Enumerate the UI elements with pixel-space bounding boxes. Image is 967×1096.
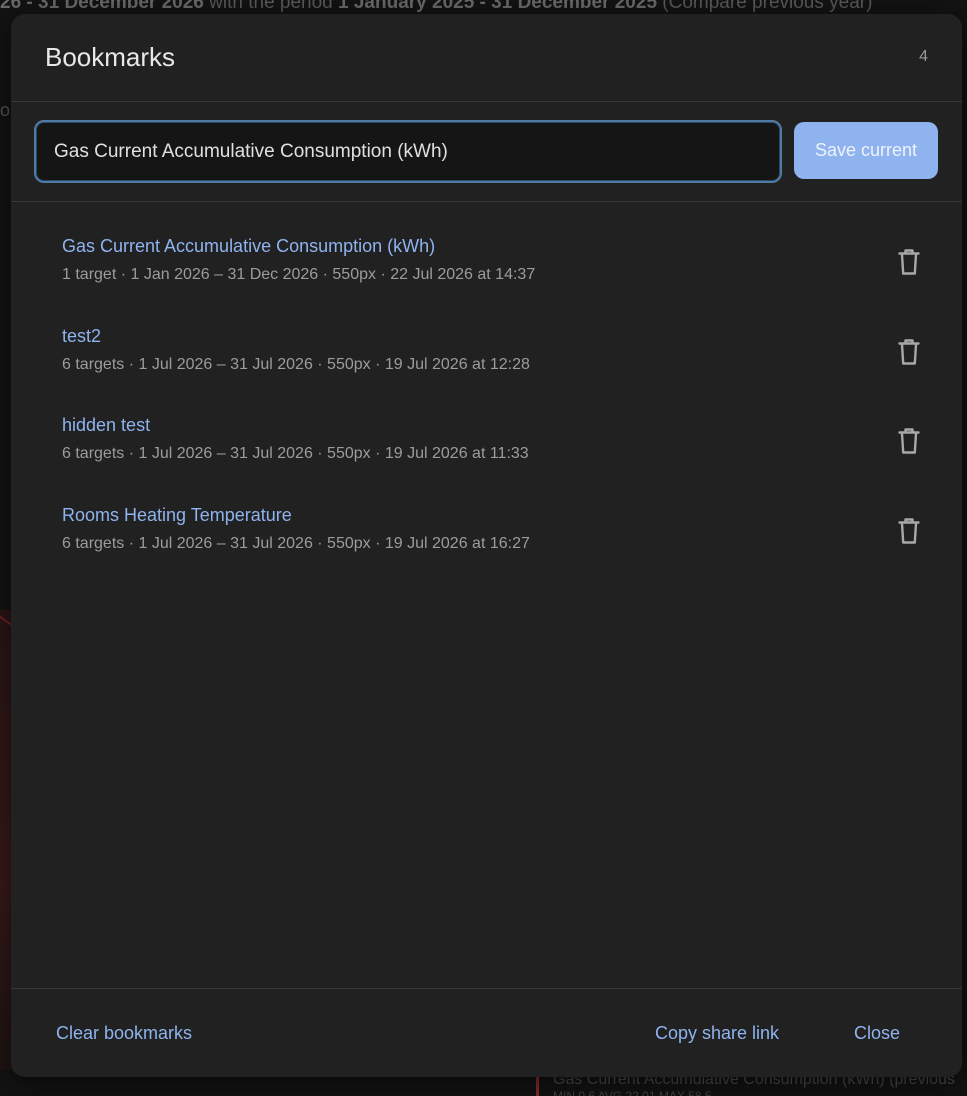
bookmark-item[interactable]: Rooms Heating Temperature 6 targets · 1 J… <box>11 483 962 573</box>
bookmark-count: 4 <box>919 48 928 65</box>
bookmark-item[interactable]: hidden test 6 targets · 1 Jul 2026 – 31 J… <box>11 393 962 483</box>
trash-icon <box>898 248 920 276</box>
background-header-compare-range: 1 January 2025 - 31 December 2025 <box>338 0 658 13</box>
delete-bookmark-button[interactable] <box>891 244 927 280</box>
background-header-middle: with the period <box>203 0 339 13</box>
bookmark-item[interactable]: Gas Current Accumulative Consumption (kW… <box>11 214 962 304</box>
bookmarks-dialog: Bookmarks 4 Save current Gas Current Acc… <box>11 14 962 1077</box>
trash-icon <box>898 338 920 366</box>
background-header-suffix: (Compare previous year) <box>657 0 873 13</box>
bookmark-name[interactable]: test2 <box>62 326 101 347</box>
trash-icon <box>898 427 920 455</box>
delete-bookmark-button[interactable] <box>891 423 927 459</box>
dialog-header: Bookmarks 4 <box>11 14 962 102</box>
copy-share-link-button[interactable]: Copy share link <box>655 1023 779 1044</box>
bookmark-item[interactable]: test2 6 targets · 1 Jul 2026 – 31 Jul 202… <box>11 304 962 394</box>
bookmark-meta: 1 target · 1 Jan 2026 – 31 Dec 2026 · 55… <box>62 266 536 283</box>
delete-bookmark-button[interactable] <box>891 334 927 370</box>
background-legend-stats: MIN 0.6 AVG 22.01 MAX 58.5 <box>553 1089 712 1096</box>
bookmark-name[interactable]: Gas Current Accumulative Consumption (kW… <box>62 236 435 257</box>
bookmark-meta: 6 targets · 1 Jul 2026 – 31 Jul 2026 · 5… <box>62 355 530 373</box>
delete-bookmark-button[interactable] <box>891 513 927 549</box>
bookmark-name-input[interactable] <box>34 120 782 183</box>
bookmark-meta: 6 targets · 1 Jul 2026 – 31 Jul 2026 · 5… <box>62 445 529 462</box>
save-bookmark-row: Save current <box>11 103 962 202</box>
close-button[interactable]: Close <box>854 1023 900 1044</box>
bookmark-name[interactable]: hidden test <box>62 415 150 436</box>
dialog-footer: Clear bookmarks Copy share link Close <box>11 988 962 1077</box>
dialog-title: Bookmarks <box>45 42 176 72</box>
background-header-prefix: 26 - <box>0 0 39 13</box>
bookmark-list: Gas Current Accumulative Consumption (kW… <box>11 214 962 572</box>
background-header-range: 31 December 2026 <box>38 0 204 13</box>
save-current-button[interactable]: Save current <box>794 122 938 179</box>
clear-bookmarks-button[interactable]: Clear bookmarks <box>56 1023 192 1044</box>
bookmark-name[interactable]: Rooms Heating Temperature <box>62 505 292 526</box>
trash-icon <box>898 517 920 545</box>
bookmark-meta: 6 targets · 1 Jul 2026 – 31 Jul 2026 · 5… <box>62 534 530 552</box>
